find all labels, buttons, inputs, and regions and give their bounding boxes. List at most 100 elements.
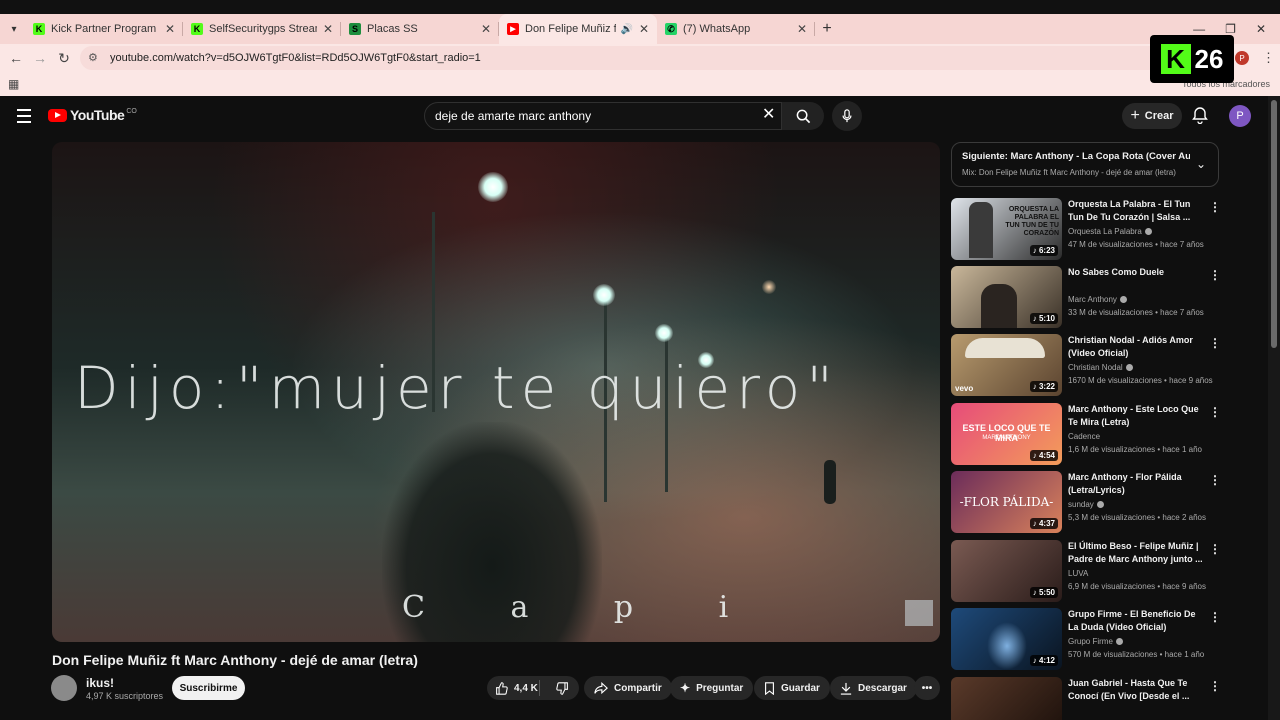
bookmarks-bar: ▦ Todos los marcadores bbox=[0, 72, 1280, 96]
tab-search-button[interactable]: ▾ bbox=[3, 18, 25, 40]
close-tab-icon[interactable]: ✕ bbox=[323, 22, 333, 36]
channel-watermark[interactable] bbox=[905, 600, 933, 626]
close-tab-icon[interactable]: ✕ bbox=[797, 22, 807, 36]
page-scrollbar[interactable] bbox=[1268, 96, 1280, 720]
recommended-video[interactable]: Juan Gabriel - Hasta Que Te Conocí (En V… bbox=[951, 677, 1221, 720]
more-vertical-icon[interactable]: ⋮ bbox=[1209, 610, 1221, 624]
vevo-logo: vevo bbox=[955, 384, 974, 393]
more-actions-button[interactable]: ••• bbox=[914, 676, 940, 700]
close-window-icon[interactable]: ✕ bbox=[1256, 22, 1266, 36]
browser-tab[interactable]: K SelfSecuritygps Stream - Watch ✕ bbox=[183, 14, 341, 44]
video-channel[interactable]: LUVA bbox=[1068, 569, 1088, 578]
account-avatar[interactable]: P bbox=[1229, 105, 1251, 127]
close-tab-icon[interactable]: ✕ bbox=[481, 22, 491, 36]
create-button[interactable]: + Crear bbox=[1122, 103, 1182, 129]
search-button[interactable] bbox=[782, 102, 824, 130]
voice-search-button[interactable] bbox=[832, 101, 862, 131]
video-channel[interactable]: Christian Nodal bbox=[1068, 363, 1133, 372]
video-channel[interactable]: Cadence bbox=[1068, 432, 1100, 441]
reload-icon[interactable]: ↻ bbox=[52, 50, 76, 67]
youtube-logo[interactable]: YouTube CO bbox=[48, 107, 137, 123]
search-input[interactable]: deje de amarte marc anthony bbox=[424, 102, 782, 130]
clear-search-icon[interactable]: ✕ bbox=[762, 104, 775, 124]
video-meta: 5,3 M de visualizaciones • hace 2 años bbox=[1068, 513, 1206, 522]
more-vertical-icon[interactable]: ⋮ bbox=[1209, 542, 1221, 556]
video-thumbnail[interactable]: ♪ 4:12 bbox=[951, 608, 1062, 670]
browser-menu-icon[interactable]: ⋮ bbox=[1262, 50, 1275, 66]
thumbnail-subtext: MARC ANTHONY bbox=[982, 435, 1031, 441]
notifications-bell-icon[interactable] bbox=[1192, 106, 1208, 124]
menu-icon[interactable] bbox=[17, 109, 31, 127]
minimize-icon[interactable]: — bbox=[1193, 22, 1205, 36]
tab-favicon-icon: S bbox=[349, 23, 361, 35]
thumbnail-text: -FLOR PÁLIDA- bbox=[959, 495, 1054, 509]
recommended-video[interactable]: ♪ 5:50 El Último Beso - Felipe Muñiz | Pa… bbox=[951, 540, 1221, 602]
video-thumbnail[interactable]: ♪ 5:10 bbox=[951, 266, 1062, 328]
recommended-video[interactable]: ESTE LOCO QUE TE MIRA MARC ANTHONY ♪ 4:54 M… bbox=[951, 403, 1221, 465]
video-title[interactable]: Christian Nodal - Adiós Amor (Video Ofic… bbox=[1068, 334, 1208, 360]
forward-icon[interactable]: → bbox=[28, 50, 52, 66]
new-tab-button[interactable]: + bbox=[815, 20, 839, 38]
site-info-icon[interactable]: ⚙ bbox=[88, 51, 102, 65]
recommended-video[interactable]: ♪ 4:12 Grupo Firme - El Beneficio De La D… bbox=[951, 608, 1221, 670]
recommended-video[interactable]: ♪ 5:10 No Sabes Como Duele Marc Anthony 33 … bbox=[951, 266, 1221, 328]
restore-icon[interactable]: ❐ bbox=[1225, 22, 1236, 36]
video-thumbnail[interactable]: ♪ 5:50 bbox=[951, 540, 1062, 602]
chevron-down-icon[interactable]: ⌄ bbox=[1196, 157, 1206, 171]
browser-tab[interactable]: ▶ Don Felipe Muñiz ft Marc Anthony🔊 ✕ bbox=[499, 14, 657, 44]
recommended-video[interactable]: vevo ♪ 3:22 Christian Nodal - Adiós Amor (… bbox=[951, 334, 1221, 396]
mix-playlist-header[interactable]: Siguiente: Marc Anthony - La Copa Rota (… bbox=[951, 142, 1219, 187]
bookmark-icon bbox=[765, 681, 774, 695]
browser-profile-avatar[interactable]: P bbox=[1235, 51, 1249, 65]
address-bar[interactable]: ⚙ youtube.com/watch?v=d5OJW6TgtF0&list=R… bbox=[80, 46, 1230, 70]
video-title[interactable]: Orquesta La Palabra - El Tun Tun De Tu C… bbox=[1068, 198, 1208, 224]
video-thumbnail[interactable]: -FLOR PÁLIDA- ♪ 4:37 bbox=[951, 471, 1062, 533]
video-thumbnail[interactable]: ORQUESTA LA PALABRA EL TUN TUN DE TU COR… bbox=[951, 198, 1062, 260]
video-title[interactable]: Juan Gabriel - Hasta Que Te Conocí (En V… bbox=[1068, 677, 1208, 703]
more-vertical-icon[interactable]: ⋮ bbox=[1209, 679, 1221, 693]
video-channel[interactable]: Marc Anthony bbox=[1068, 295, 1127, 304]
video-title[interactable]: Marc Anthony - Este Loco Que Te Mira (Le… bbox=[1068, 403, 1208, 429]
video-title[interactable]: No Sabes Como Duele bbox=[1068, 266, 1208, 279]
video-title[interactable]: Grupo Firme - El Beneficio De La Duda (V… bbox=[1068, 608, 1208, 634]
video-thumbnail[interactable] bbox=[951, 677, 1062, 720]
more-vertical-icon[interactable]: ⋮ bbox=[1209, 268, 1221, 282]
download-button[interactable]: Descargar bbox=[830, 676, 917, 700]
dislike-button[interactable] bbox=[546, 681, 579, 695]
save-button[interactable]: Guardar bbox=[754, 676, 830, 700]
channel-name[interactable]: ikus! bbox=[86, 676, 114, 690]
close-tab-icon[interactable]: ✕ bbox=[165, 22, 175, 36]
video-title[interactable]: Marc Anthony - Flor Pálida (Letra/Lyrics… bbox=[1068, 471, 1208, 497]
video-player[interactable]: Dijo:"mujer te quiero" C a p i bbox=[52, 142, 940, 642]
more-vertical-icon[interactable]: ⋮ bbox=[1209, 200, 1221, 214]
plus-icon: + bbox=[1130, 107, 1140, 124]
apps-grid-icon[interactable]: ▦ bbox=[8, 77, 19, 91]
browser-tab[interactable]: ✆ (7) WhatsApp ✕ bbox=[657, 14, 815, 44]
more-vertical-icon[interactable]: ⋮ bbox=[1209, 473, 1221, 487]
ask-button[interactable]: ✦ Preguntar bbox=[670, 676, 754, 700]
video-duration: ♪ 5:50 bbox=[1029, 587, 1058, 598]
subscribe-button[interactable]: Suscribirme bbox=[172, 676, 245, 700]
video-title[interactable]: El Último Beso - Felipe Muñiz | Padre de… bbox=[1068, 540, 1208, 566]
recommended-video[interactable]: -FLOR PÁLIDA- ♪ 4:37 Marc Anthony - Flor P… bbox=[951, 471, 1221, 533]
share-button[interactable]: Compartir bbox=[584, 676, 672, 700]
video-thumbnail[interactable]: ESTE LOCO QUE TE MIRA MARC ANTHONY ♪ 4:54 bbox=[951, 403, 1062, 465]
browser-tab[interactable]: S Placas SS ✕ bbox=[341, 14, 499, 44]
video-thumbnail[interactable]: vevo ♪ 3:22 bbox=[951, 334, 1062, 396]
recommended-video[interactable]: ORQUESTA LA PALABRA EL TUN TUN DE TU COR… bbox=[951, 198, 1221, 260]
video-lyric-bottom: C a p i bbox=[402, 590, 767, 625]
video-title: Don Felipe Muñiz ft Marc Anthony - dejé … bbox=[52, 652, 418, 668]
more-vertical-icon[interactable]: ⋮ bbox=[1209, 405, 1221, 419]
more-vertical-icon[interactable]: ⋮ bbox=[1209, 336, 1221, 350]
audio-icon[interactable]: 🔊 bbox=[620, 24, 632, 35]
like-button[interactable]: 4,4 K bbox=[487, 680, 540, 696]
channel-avatar[interactable] bbox=[51, 675, 77, 701]
close-tab-icon[interactable]: ✕ bbox=[639, 22, 649, 36]
browser-tab[interactable]: K Kick Partner Program - Kick Dash ✕ bbox=[25, 14, 183, 44]
video-channel[interactable]: Grupo Firme bbox=[1068, 637, 1123, 646]
tab-favicon-icon: ▶ bbox=[507, 23, 519, 35]
back-icon[interactable]: ← bbox=[4, 50, 28, 66]
video-channel[interactable]: sunday bbox=[1068, 500, 1104, 509]
video-channel[interactable]: Orquesta La Palabra bbox=[1068, 227, 1152, 236]
video-meta: 1670 M de visualizaciones • hace 9 años bbox=[1068, 376, 1213, 385]
